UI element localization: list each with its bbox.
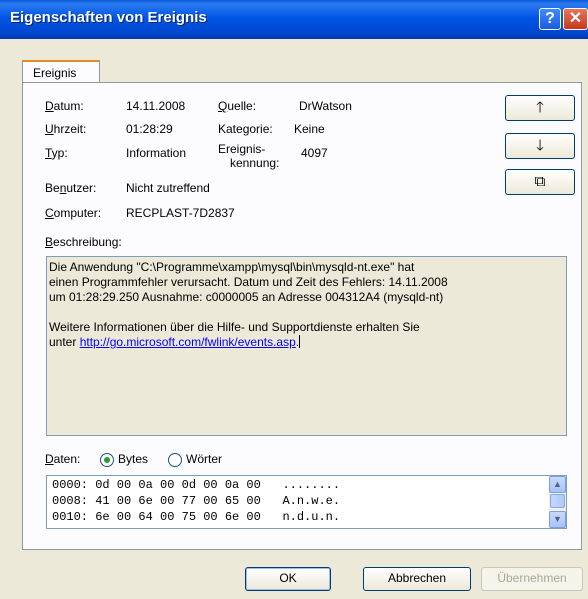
apply-button[interactable]: Übernehmen xyxy=(481,567,583,591)
hex-data-box[interactable]: 0000: 0d 00 0a 00 0d 00 0a 00 ........ 0… xyxy=(46,475,567,529)
kategorie-value: Keine xyxy=(294,122,325,136)
radio-selected-dot xyxy=(104,457,110,463)
cancel-button[interactable]: Abbrechen xyxy=(363,567,471,591)
close-button[interactable]: ✕ xyxy=(563,8,588,30)
tab-ereignis[interactable]: Ereignis xyxy=(22,60,100,83)
datum-label: Datum: xyxy=(45,99,84,113)
benutzer-label: Benutzer: xyxy=(45,181,97,195)
help-button[interactable]: ? xyxy=(539,8,561,30)
scroll-up-icon[interactable]: ▲ xyxy=(549,476,566,493)
quelle-value: DrWatson xyxy=(299,99,352,113)
support-link[interactable]: http://go.microsoft.com/fwlink/events.as… xyxy=(80,335,296,349)
scroll-thumb[interactable] xyxy=(550,494,565,508)
uhrzeit-value: 01:28:29 xyxy=(126,122,173,136)
kennung-label-2: kennung: xyxy=(230,156,280,170)
scroll-down-icon[interactable]: ▼ xyxy=(549,511,566,528)
radio-bytes-label[interactable]: Bytes xyxy=(118,452,148,466)
radio-words[interactable] xyxy=(168,453,182,467)
previous-event-button[interactable]: 🡑 xyxy=(505,95,575,121)
hex-scrollbar[interactable]: ▲ ▼ xyxy=(549,476,566,528)
description-line5-prefix: unter xyxy=(49,335,80,349)
data-label: Daten: xyxy=(45,452,81,466)
hex-line: 0008: 41 00 6e 00 77 00 65 00 A.n.w.e. xyxy=(52,494,341,508)
description-line: unter http://go.microsoft.com/fwlink/eve… xyxy=(49,335,564,350)
typ-label: Typ: xyxy=(45,146,68,160)
window-title: Eigenschaften von Ereignis xyxy=(10,9,207,26)
description-label: Beschreibung: xyxy=(45,235,122,249)
text-cursor xyxy=(299,335,301,348)
description-line: Die Anwendung "C:\Programme\xampp\mysql\… xyxy=(49,260,415,274)
next-event-button[interactable]: 🡓 xyxy=(505,133,575,159)
description-line: Weitere Informationen über die Hilfe- un… xyxy=(49,320,420,334)
tab-panel: Datum: 14.11.2008 Quelle: DrWatson Uhrze… xyxy=(22,82,582,550)
hex-line: 0010: 6e 00 64 00 75 00 6e 00 n.d.u.n. xyxy=(52,510,341,524)
typ-value: Information xyxy=(126,146,187,160)
event-properties-window: Eigenschaften von Ereignis ? ✕ Ereignis … xyxy=(0,0,588,599)
kennung-label-1: Ereignis- xyxy=(218,142,266,156)
hex-line: 0000: 0d 00 0a 00 0d 00 0a 00 ........ xyxy=(52,478,341,492)
radio-bytes[interactable] xyxy=(100,453,114,467)
computer-label: Computer: xyxy=(45,206,102,220)
kategorie-label: Kategorie: xyxy=(218,122,273,136)
description-line: einen Programmfehler verursacht. Datum u… xyxy=(49,275,448,289)
description-line: um 01:28:29.250 Ausnahme: c0000005 an Ad… xyxy=(49,290,444,304)
datum-label-text: atum: xyxy=(53,99,84,113)
radio-words-label[interactable]: Wörter xyxy=(186,452,222,466)
kennung-value: 4097 xyxy=(301,146,328,160)
uhrzeit-label: Uhrzeit: xyxy=(45,122,87,136)
datum-value: 14.11.2008 xyxy=(126,99,186,113)
computer-value: RECPLAST-7D2837 xyxy=(126,206,235,220)
benutzer-value: Nicht zutreffend xyxy=(126,181,210,195)
copy-button[interactable]: ⧉ xyxy=(505,169,575,195)
ok-button[interactable]: OK xyxy=(245,567,331,591)
arrow-up-icon: 🡑 xyxy=(536,99,544,116)
quelle-label: Quelle: xyxy=(218,99,257,113)
description-box[interactable]: Die Anwendung "C:\Programme\xampp\mysql\… xyxy=(46,256,567,436)
arrow-down-icon: 🡓 xyxy=(536,137,544,154)
title-bar[interactable]: Eigenschaften von Ereignis ? ✕ xyxy=(0,0,588,39)
copy-icon: ⧉ xyxy=(534,173,546,190)
